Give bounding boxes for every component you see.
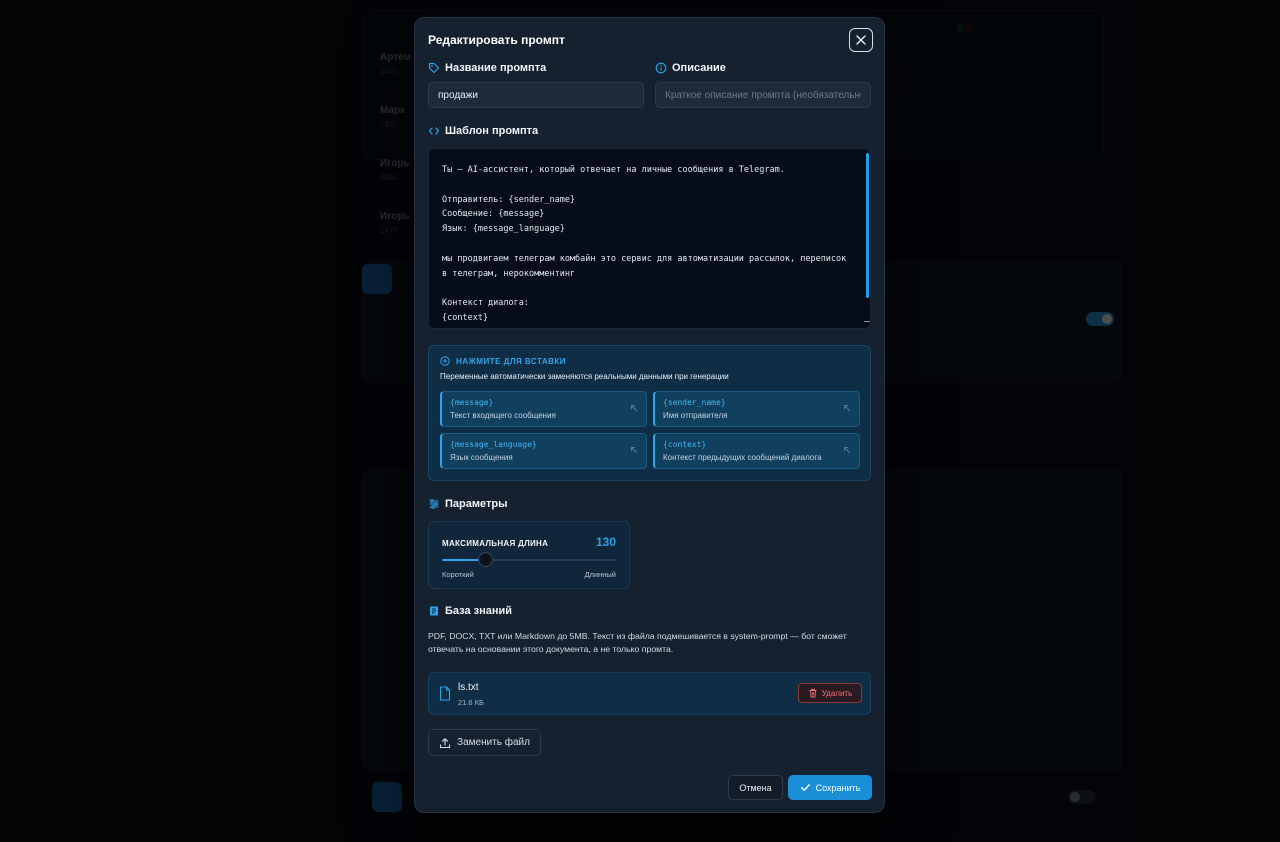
tag-icon: [428, 62, 440, 74]
template-label-text: Шаблон промпта: [445, 125, 539, 137]
prompt-name-input[interactable]: [428, 82, 644, 108]
slider-min-label: Короткий: [442, 570, 474, 579]
variable-name: {context}: [663, 440, 707, 449]
description-label-text: Описание: [672, 62, 726, 74]
delete-file-button[interactable]: Удалить: [798, 683, 862, 703]
knowledge-base-description: PDF, DOCX, TXT или Markdown до 5MB. Текс…: [428, 631, 847, 654]
check-icon: [800, 784, 810, 791]
close-icon: [856, 35, 866, 45]
info-icon: [655, 62, 667, 74]
variables-hint-text: НАЖМИТЕ ДЛЯ ВСТАВКИ: [456, 356, 567, 366]
insert-arrow-icon: [631, 447, 638, 454]
template-text[interactable]: Ты — AI-ассистент, который отвечает на л…: [442, 163, 852, 326]
variable-name: {message_language}: [450, 440, 537, 449]
template-textarea[interactable]: Ты — AI-ассистент, который отвечает на л…: [428, 148, 871, 329]
knowledge-base-label: База знаний: [428, 605, 512, 617]
replace-file-button[interactable]: Заменить файл: [428, 729, 541, 756]
template-scrollbar[interactable]: [866, 153, 869, 298]
variables-panel: НАЖМИТЕ ДЛЯ ВСТАВКИ Переменные автоматич…: [428, 345, 871, 481]
variable-description: Имя отправителя: [663, 411, 728, 420]
max-length-label: МАКСИМАЛЬНАЯ ДЛИНА: [442, 539, 549, 548]
insert-arrow-icon: [844, 405, 851, 412]
variable-name: {message}: [450, 398, 494, 407]
save-label: Сохранить: [815, 782, 861, 793]
attached-file-card: ls.txt 21.6 КБ Удалить: [428, 672, 871, 715]
description-input[interactable]: [655, 82, 871, 108]
sliders-icon: [429, 499, 439, 509]
prompt-name-label: Название промпта: [428, 62, 546, 74]
variable-description: Текст входящего сообщения: [450, 411, 556, 420]
plus-circle-icon: [440, 356, 450, 366]
book-icon: [430, 606, 438, 616]
variables-hint: НАЖМИТЕ ДЛЯ ВСТАВКИ: [440, 356, 566, 366]
file-size: 21.6 КБ: [458, 698, 484, 707]
insert-arrow-icon: [631, 405, 638, 412]
insert-arrow-icon: [844, 447, 851, 454]
modal-title: Редактировать промпт: [428, 33, 565, 47]
parameters-label: Параметры: [428, 498, 507, 510]
cancel-button[interactable]: Отмена: [728, 775, 783, 800]
variable-card-message[interactable]: {message} Текст входящего сообщения: [440, 391, 647, 427]
slider-max-label: Длинный: [584, 570, 616, 579]
delete-file-label: Удалить: [821, 688, 853, 698]
upload-icon: [439, 737, 451, 748]
file-name: ls.txt: [458, 682, 479, 693]
variable-description: Язык сообщения: [450, 453, 513, 462]
template-label: Шаблон промпта: [428, 125, 538, 137]
resize-handle[interactable]: [864, 315, 870, 322]
prompt-name-label-text: Название промпта: [445, 62, 547, 74]
save-button[interactable]: Сохранить: [788, 775, 872, 800]
variable-card-sender-name[interactable]: {sender_name} Имя отправителя: [653, 391, 860, 427]
max-length-slider[interactable]: [442, 553, 616, 566]
variable-name: {sender_name}: [663, 398, 726, 407]
parameters-label-text: Параметры: [445, 498, 508, 510]
variable-description: Контекст предыдущих сообщений диалога: [663, 453, 822, 462]
file-icon: [439, 686, 451, 701]
code-icon: [428, 127, 440, 135]
variables-subtitle: Переменные автоматически заменяются реал…: [440, 372, 729, 381]
replace-file-label: Заменить файл: [457, 737, 530, 748]
max-length-card: МАКСИМАЛЬНАЯ ДЛИНА 130 Короткий Длинный: [428, 521, 630, 589]
description-label: Описание: [655, 62, 726, 74]
trash-icon: [809, 688, 817, 698]
max-length-value: 130: [595, 535, 616, 549]
variable-card-context[interactable]: {context} Контекст предыдущих сообщений …: [653, 433, 860, 469]
variable-card-message-language[interactable]: {message_language} Язык сообщения: [440, 433, 647, 469]
edit-prompt-modal: Редактировать промпт Название промпта Оп…: [414, 17, 885, 813]
close-button[interactable]: [849, 28, 873, 52]
knowledge-base-label-text: База знаний: [445, 605, 513, 617]
slider-thumb[interactable]: [479, 553, 492, 566]
